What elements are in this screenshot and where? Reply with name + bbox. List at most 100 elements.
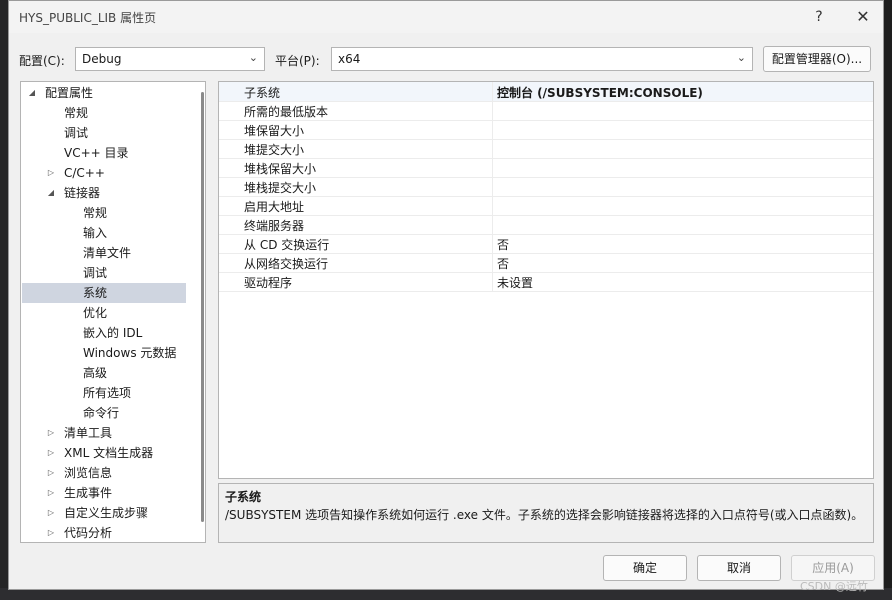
tree-item-label: 命令行	[83, 406, 120, 420]
column-separator	[492, 82, 493, 101]
collapsed-arrow-icon[interactable]: ▷	[46, 483, 56, 503]
column-separator	[492, 272, 493, 291]
property-name: 从网络交换运行	[244, 257, 329, 271]
chevron-down-icon: ⌄	[248, 51, 258, 64]
collapsed-arrow-icon[interactable]: ▷	[46, 443, 56, 463]
tree-item[interactable]: 所有选项	[21, 383, 187, 403]
tree-item[interactable]: ▷ C/C++	[21, 163, 187, 183]
watermark: CSDN @远竹	[800, 580, 868, 593]
expanded-arrow-icon[interactable]: ◢	[27, 83, 37, 103]
tree-item-label: 嵌入的 IDL	[83, 326, 143, 340]
property-row[interactable]: 堆栈保留大小	[219, 158, 873, 178]
tree-item-label: XML 文档生成器	[64, 446, 154, 460]
tree-item-label: 调试	[64, 126, 89, 140]
column-separator	[492, 215, 493, 234]
tree-item-label: 清单工具	[64, 426, 113, 440]
tree-item[interactable]: ◢ 配置属性	[21, 83, 187, 103]
property-row[interactable]: 堆保留大小	[219, 120, 873, 140]
property-row[interactable]: 从网络交换运行 否	[219, 253, 873, 273]
property-name: 终端服务器	[244, 219, 305, 233]
tree-item-label: 常规	[83, 206, 108, 220]
tree-item-label: 输入	[83, 226, 108, 240]
configuration-manager-button[interactable]: 配置管理器(O)...	[763, 46, 871, 72]
tree-item-label: 所有选项	[83, 386, 132, 400]
property-name: 堆提交大小	[244, 143, 305, 157]
property-tree: ◢ 配置属性 常规 调试 VC++ 目录 ▷ C/C++ ◢ 链接器 常规 输入 清单文件 调试 系统 优化…	[20, 81, 206, 543]
column-separator	[492, 234, 493, 253]
tree-item[interactable]: 调试	[21, 263, 187, 283]
collapsed-arrow-icon[interactable]: ▷	[46, 463, 56, 483]
collapsed-arrow-icon[interactable]: ▷	[46, 163, 56, 183]
tree-item-label: C/C++	[64, 166, 105, 180]
tree-item[interactable]: 输入	[21, 223, 187, 243]
tree-item[interactable]: 命令行	[21, 403, 187, 423]
tree-item-label: 浏览信息	[64, 466, 113, 480]
help-button[interactable]: ?	[803, 5, 835, 29]
tree-item-label: 高级	[83, 366, 108, 380]
tree-item[interactable]: Windows 元数据	[21, 343, 187, 363]
property-value[interactable]: 否	[497, 255, 509, 272]
column-separator	[492, 253, 493, 272]
tree-item[interactable]: ▷ 自定义生成步骤	[21, 503, 187, 523]
column-separator	[492, 101, 493, 120]
tree-item[interactable]: ◢ 链接器	[21, 183, 187, 203]
tree-item[interactable]: VC++ 目录	[21, 143, 187, 163]
property-row[interactable]: 堆栈提交大小	[219, 177, 873, 197]
property-row[interactable]: 终端服务器	[219, 215, 873, 235]
platform-select[interactable]: x64 ⌄	[331, 47, 753, 71]
platform-label: 平台(P):	[275, 54, 320, 68]
property-name: 启用大地址	[244, 200, 305, 214]
tree-item-label: 代码分析	[64, 526, 113, 540]
property-value[interactable]: 控制台 (/SUBSYSTEM:CONSOLE)	[497, 84, 703, 101]
tree-item[interactable]: ▷ 代码分析	[21, 523, 187, 542]
tree-item-label: VC++ 目录	[64, 146, 129, 160]
property-row[interactable]: 所需的最低版本	[219, 101, 873, 121]
window-title: HYS_PUBLIC_LIB 属性页	[19, 11, 157, 25]
property-row[interactable]: 驱动程序 未设置	[219, 272, 873, 292]
collapsed-arrow-icon[interactable]: ▷	[46, 523, 56, 542]
tree-item[interactable]: 嵌入的 IDL	[21, 323, 187, 343]
ok-button[interactable]: 确定	[603, 555, 687, 581]
config-label: 配置(C):	[19, 54, 65, 68]
column-separator	[492, 158, 493, 177]
property-value[interactable]: 未设置	[497, 274, 533, 291]
tree-item[interactable]: ▷ 清单工具	[21, 423, 187, 443]
tree-item[interactable]: 调试	[21, 123, 187, 143]
tree-item[interactable]: 常规	[21, 103, 187, 123]
tree-item[interactable]: 系统	[21, 283, 187, 303]
property-row[interactable]: 堆提交大小	[219, 139, 873, 159]
tree-item-label: 清单文件	[83, 246, 132, 260]
tree-item-label: Windows 元数据	[83, 346, 177, 360]
platform-value: x64	[338, 52, 361, 66]
tree-scrollbar[interactable]	[201, 92, 204, 522]
property-row[interactable]: 从 CD 交换运行 否	[219, 234, 873, 254]
expanded-arrow-icon[interactable]: ◢	[46, 183, 56, 203]
tree-item[interactable]: 高级	[21, 363, 187, 383]
title-bar: HYS_PUBLIC_LIB 属性页 ? ✕	[9, 1, 883, 33]
tree-item[interactable]: ▷ 浏览信息	[21, 463, 187, 483]
tree-item-label: 生成事件	[64, 486, 113, 500]
close-button[interactable]: ✕	[847, 5, 879, 29]
description-title: 子系统	[225, 490, 262, 504]
tree-item[interactable]: ▷ 生成事件	[21, 483, 187, 503]
config-value: Debug	[82, 52, 122, 66]
collapsed-arrow-icon[interactable]: ▷	[46, 503, 56, 523]
tree-item[interactable]: 常规	[21, 203, 187, 223]
column-separator	[492, 196, 493, 215]
cancel-button[interactable]: 取消	[697, 555, 781, 581]
property-name: 堆保留大小	[244, 124, 305, 138]
collapsed-arrow-icon[interactable]: ▷	[46, 423, 56, 443]
column-separator	[492, 120, 493, 139]
tree-item[interactable]: ▷ XML 文档生成器	[21, 443, 187, 463]
config-select[interactable]: Debug ⌄	[75, 47, 265, 71]
property-row[interactable]: 启用大地址	[219, 196, 873, 216]
property-row[interactable]: 子系统 控制台 (/SUBSYSTEM:CONSOLE)	[219, 82, 873, 102]
tree-item-label: 链接器	[64, 186, 101, 200]
property-pages-dialog: HYS_PUBLIC_LIB 属性页 ? ✕ 配置(C): Debug ⌄ 平台…	[8, 0, 884, 590]
tree-item[interactable]: 优化	[21, 303, 187, 323]
description-text: /SUBSYSTEM 选项告知操作系统如何运行 .exe 文件。子系统的选择会影…	[225, 508, 864, 522]
tree-item[interactable]: 清单文件	[21, 243, 187, 263]
property-grid: 子系统 控制台 (/SUBSYSTEM:CONSOLE) 所需的最低版本堆保留大小堆…	[218, 81, 874, 479]
property-name: 驱动程序	[244, 276, 293, 290]
property-value[interactable]: 否	[497, 236, 509, 253]
